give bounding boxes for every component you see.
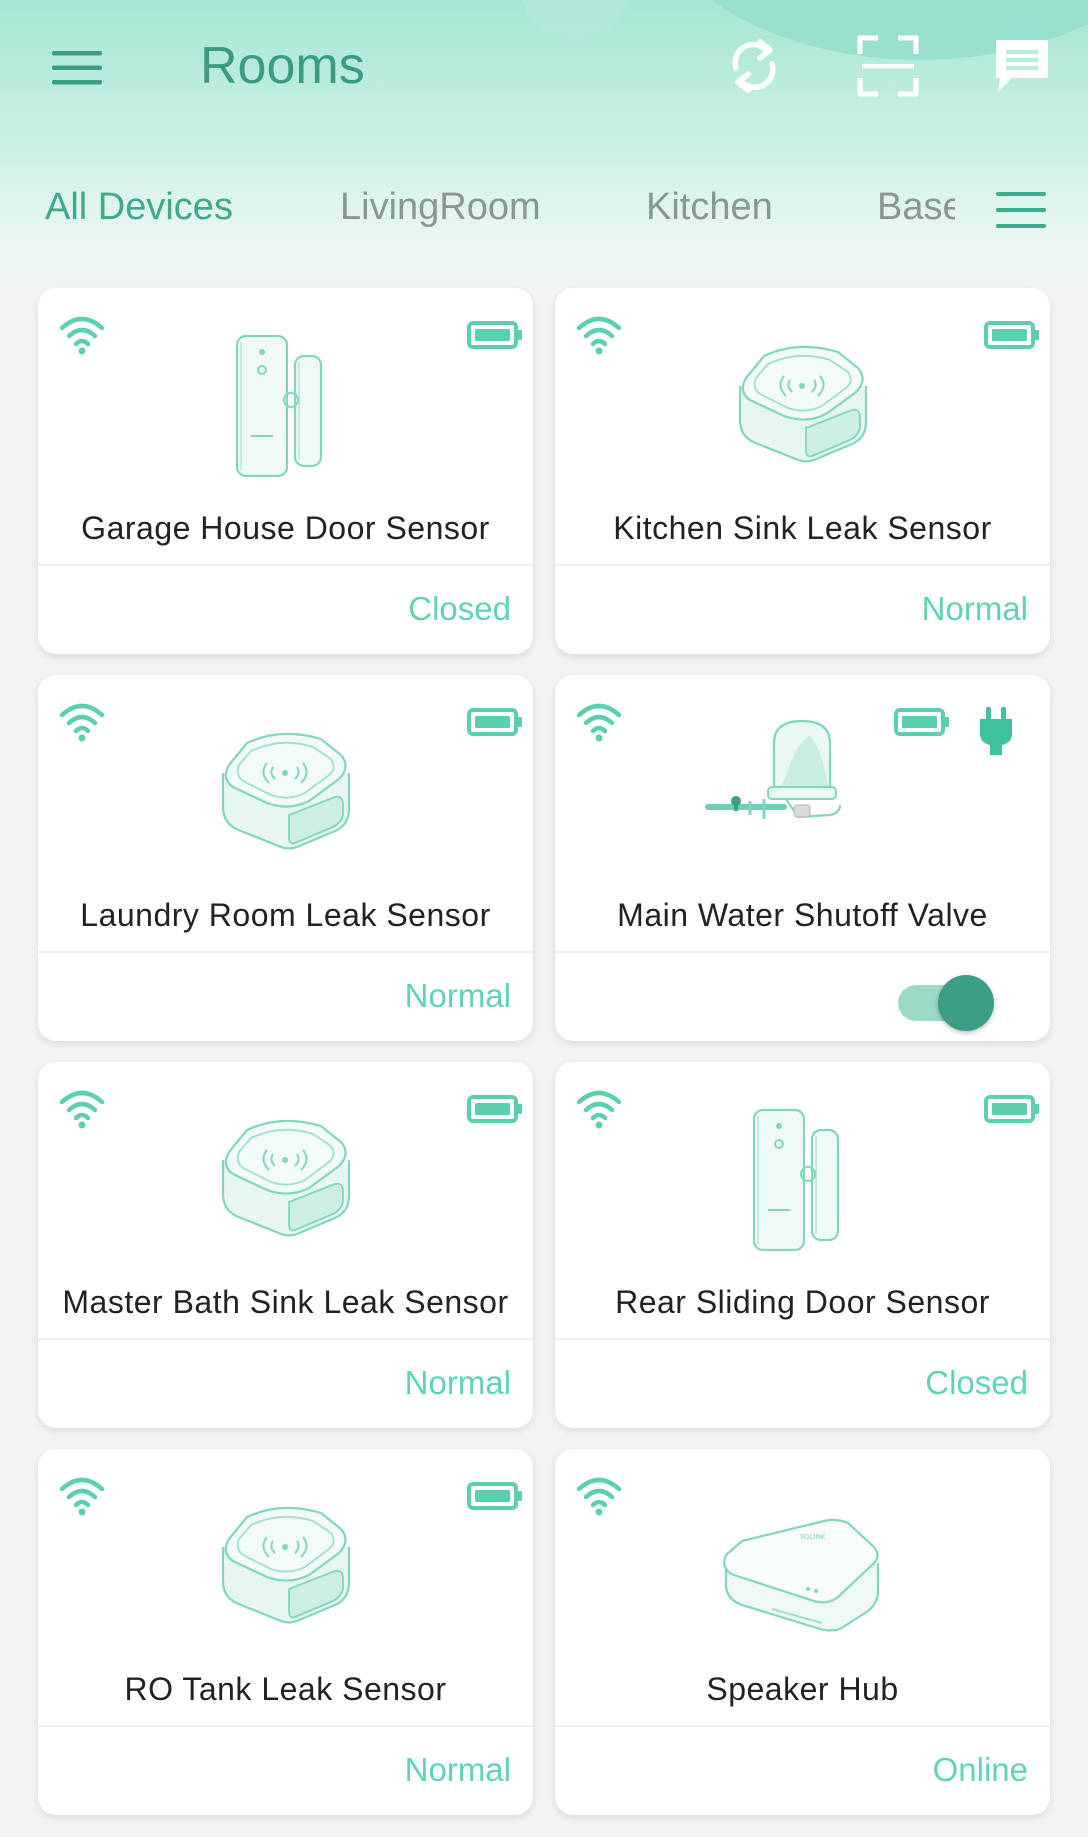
battery-icon <box>467 707 523 737</box>
door-sensor-icon <box>702 1102 902 1252</box>
battery-icon <box>984 1094 1040 1124</box>
wifi-icon <box>58 699 106 743</box>
tab-clip: Base <box>877 170 955 250</box>
leak-sensor-icon <box>185 1489 385 1639</box>
divider <box>555 1338 1050 1340</box>
tab-livingroom[interactable]: LivingRoom <box>340 186 541 229</box>
wifi-icon <box>575 1473 623 1517</box>
leak-sensor-icon <box>185 715 385 865</box>
device-card[interactable]: RO Tank Leak Sensor Normal <box>38 1449 533 1815</box>
divider <box>38 951 533 953</box>
battery-icon <box>467 320 523 350</box>
divider <box>38 1338 533 1340</box>
wifi-icon <box>575 312 623 356</box>
device-card[interactable]: Kitchen Sink Leak Sensor Normal <box>555 288 1050 654</box>
wifi-icon <box>58 1086 106 1130</box>
divider <box>555 1725 1050 1727</box>
device-name: Speaker Hub <box>706 1671 899 1707</box>
toggle-knob <box>938 975 994 1031</box>
battery-icon <box>984 320 1040 350</box>
app-header: Rooms <box>0 0 1088 140</box>
refresh-icon[interactable] <box>722 34 786 98</box>
device-status: Normal <box>404 977 511 1014</box>
page-title: Rooms <box>200 37 365 95</box>
device-name: Garage House Door Sensor <box>81 510 490 546</box>
room-tabs: All Devices LivingRoom Kitchen Base <box>0 170 1088 250</box>
valve-controller-icon <box>702 715 902 865</box>
wifi-icon <box>575 1086 623 1130</box>
device-card[interactable]: Main Water Shutoff Valve <box>555 675 1050 1041</box>
tab-kitchen[interactable]: Kitchen <box>646 186 773 229</box>
list-menu-icon[interactable] <box>994 188 1048 234</box>
speaker-hub-icon <box>702 1489 902 1639</box>
device-name: Main Water Shutoff Valve <box>617 897 988 933</box>
device-name: Laundry Room Leak Sensor <box>80 897 491 933</box>
scan-frame-icon[interactable] <box>856 34 920 98</box>
battery-icon <box>894 707 950 737</box>
wifi-icon <box>58 1473 106 1517</box>
device-status: Closed <box>408 590 511 627</box>
divider <box>555 564 1050 566</box>
device-name: RO Tank Leak Sensor <box>124 1671 447 1707</box>
divider <box>38 1725 533 1727</box>
device-card[interactable]: Laundry Room Leak Sensor Normal <box>38 675 533 1041</box>
device-status: Online <box>932 1751 1028 1788</box>
device-status: Normal <box>921 590 1028 627</box>
battery-icon <box>467 1094 523 1124</box>
hamburger-menu-icon[interactable] <box>50 48 104 88</box>
device-name: Rear Sliding Door Sensor <box>615 1284 990 1320</box>
device-name: Master Bath Sink Leak Sensor <box>62 1284 509 1320</box>
leak-sensor-icon <box>702 328 902 478</box>
device-card[interactable]: Speaker Hub Online <box>555 1449 1050 1815</box>
device-status: Normal <box>404 1364 511 1401</box>
divider <box>555 951 1050 953</box>
door-sensor-icon <box>185 328 385 478</box>
power-plug-icon <box>980 707 1012 755</box>
device-name: Kitchen Sink Leak Sensor <box>613 510 992 546</box>
wifi-icon <box>575 699 623 743</box>
battery-icon <box>467 1481 523 1511</box>
device-card[interactable]: Garage House Door Sensor Closed <box>38 288 533 654</box>
divider <box>38 564 533 566</box>
valve-toggle-switch[interactable] <box>894 971 998 1035</box>
device-card[interactable]: Rear Sliding Door Sensor Closed <box>555 1062 1050 1428</box>
wifi-icon <box>58 312 106 356</box>
tab-base[interactable]: Base <box>877 186 955 229</box>
message-icon[interactable] <box>990 34 1054 98</box>
device-status: Normal <box>404 1751 511 1788</box>
device-status: Closed <box>925 1364 1028 1401</box>
device-card[interactable]: Master Bath Sink Leak Sensor Normal <box>38 1062 533 1428</box>
tab-all-devices[interactable]: All Devices <box>45 186 233 229</box>
leak-sensor-icon <box>185 1102 385 1252</box>
